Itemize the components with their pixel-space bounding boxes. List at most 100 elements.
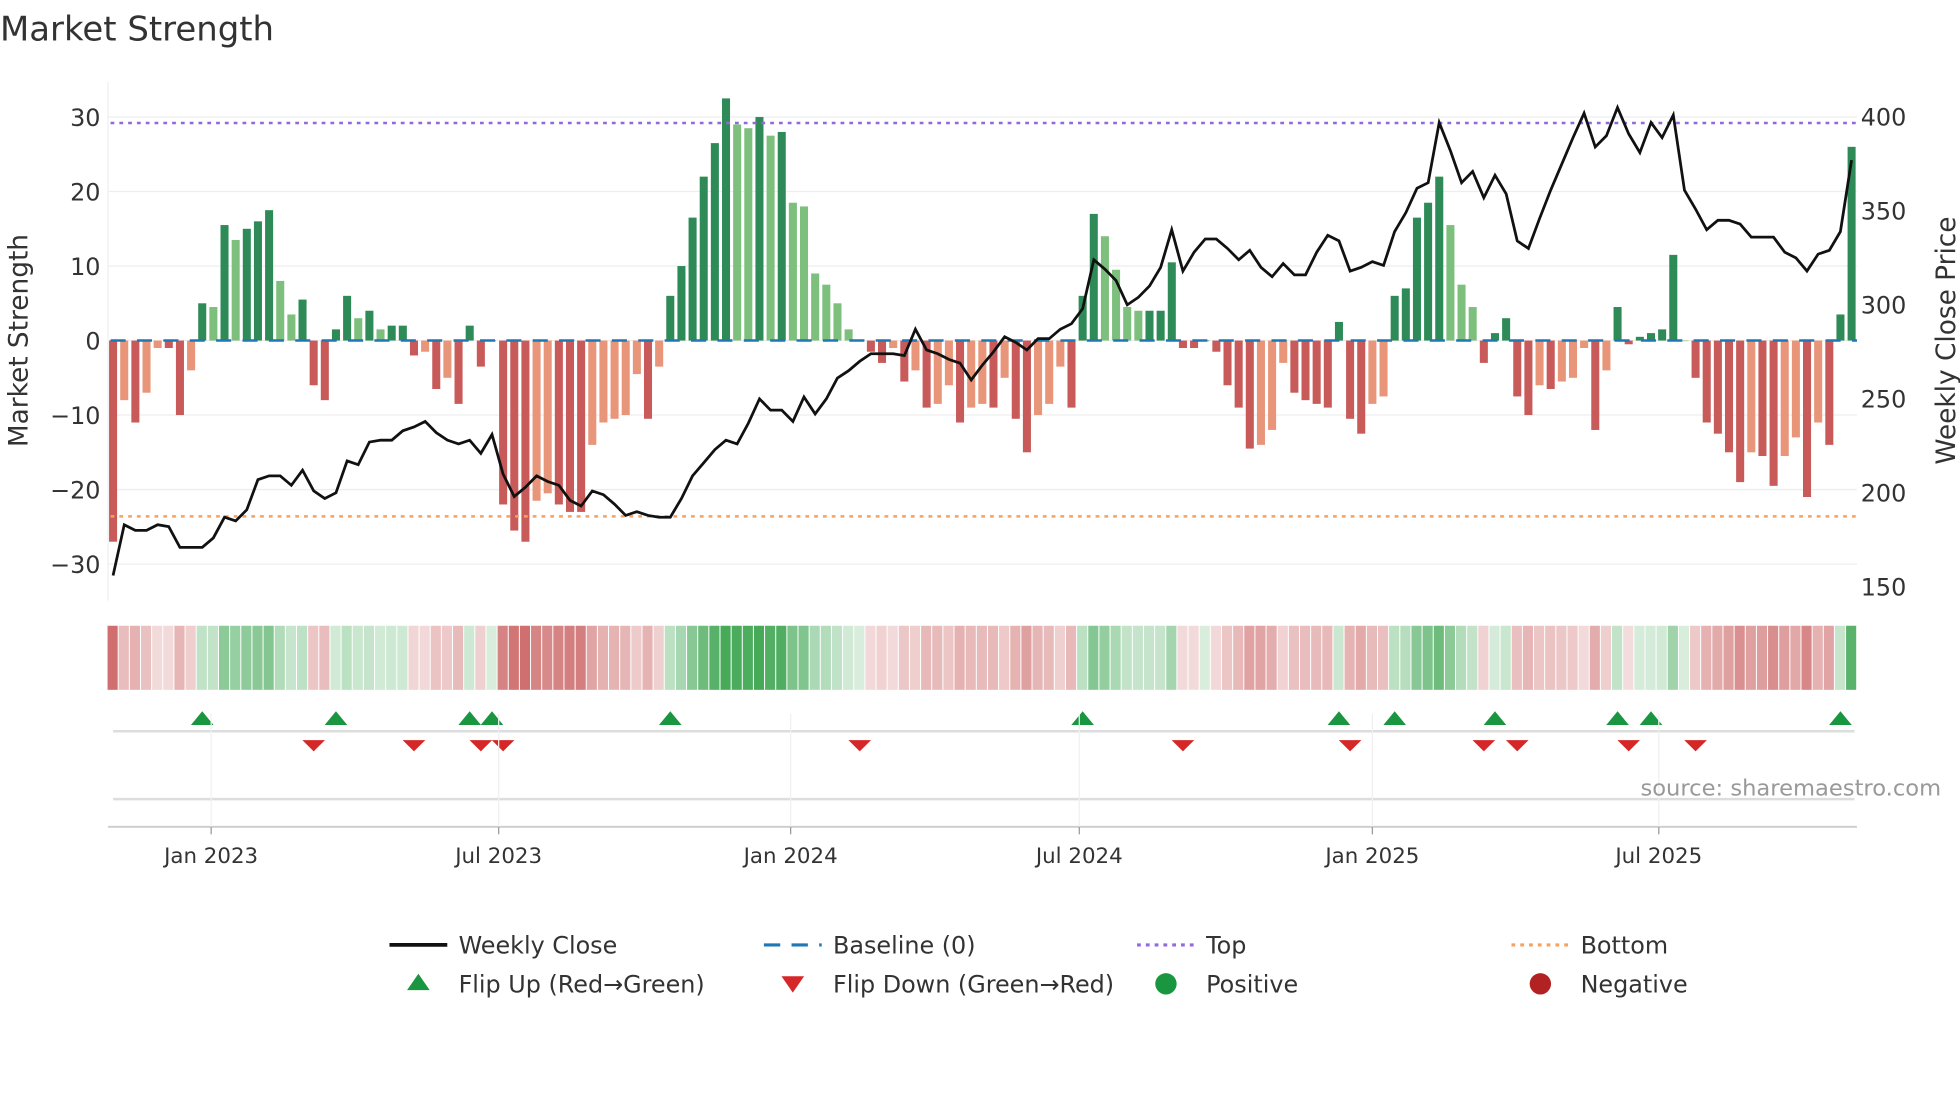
strength-bar (1591, 340, 1600, 430)
strength-bar (1100, 236, 1109, 341)
strength-bar (1546, 340, 1555, 389)
strength-bar (1401, 288, 1410, 341)
strength-bar (1223, 340, 1232, 386)
strip-cell (107, 625, 118, 690)
flip-up-marker (1071, 711, 1094, 726)
strength-bar (1580, 340, 1589, 349)
strength-bar (1825, 340, 1834, 445)
strength-bar (699, 176, 708, 341)
strength-bar (978, 340, 987, 404)
strip-cell (553, 625, 564, 690)
strength-bar (1758, 340, 1767, 457)
strip-cell (1132, 625, 1143, 690)
strip-cell (274, 625, 285, 690)
strip-cell (887, 625, 898, 690)
strip-cell (185, 625, 196, 690)
strip-cell (363, 625, 375, 690)
strength-bar (454, 340, 463, 404)
strength-bar (421, 340, 430, 352)
strength-bar (1602, 340, 1611, 371)
strength-bar (175, 340, 184, 416)
strip-cell (1511, 625, 1522, 690)
strip-cell (965, 625, 976, 690)
strip-cell (297, 625, 308, 690)
strip-cell (921, 625, 932, 690)
strength-bar (1056, 340, 1065, 367)
legend-label: Positive (1206, 971, 1298, 999)
strength-bar (744, 128, 753, 341)
strength-bar (1769, 340, 1778, 486)
strength-bar (265, 210, 274, 341)
strength-bar (1468, 307, 1477, 341)
strength-bar (510, 340, 519, 531)
legend-label: Negative (1581, 971, 1688, 999)
strength-bar (1022, 340, 1031, 453)
strength-bar (1256, 340, 1265, 445)
strength-bar (1368, 340, 1377, 404)
strength-bar (811, 273, 820, 341)
strip-cell (1456, 625, 1467, 690)
strength-bar (1568, 340, 1578, 378)
strength-bar (1446, 225, 1455, 341)
strength-bar (1279, 340, 1288, 363)
strip-cell (1623, 625, 1634, 690)
strength-bar (866, 340, 875, 352)
strength-bar (1802, 340, 1812, 498)
x-tick-label: Jan 2025 (1323, 844, 1419, 869)
strip-cell (464, 625, 475, 690)
strip-cell (1422, 625, 1433, 690)
strip-cell (1823, 625, 1834, 690)
strength-bar (443, 340, 452, 378)
strip-cell (831, 625, 843, 690)
y2-tick-label: 350 (1861, 198, 1907, 226)
strip-cell (1734, 625, 1745, 690)
flip-markers (113, 711, 1855, 801)
legend-circle-positive-icon (1155, 973, 1177, 995)
strip-cell (174, 625, 185, 690)
flip-up-marker (658, 711, 682, 726)
strip-cell (1400, 625, 1411, 690)
strip-cell (698, 625, 709, 690)
strip-cell (1177, 625, 1188, 690)
strength-bar (187, 340, 196, 371)
legend-triangle-up-icon (407, 973, 430, 991)
y-tick-label: −20 (50, 476, 100, 504)
flip-down-marker (848, 740, 872, 752)
strength-bar (1000, 340, 1009, 378)
y-tick-label: 0 (85, 327, 100, 355)
strip-cell (642, 625, 653, 690)
strength-bar (710, 143, 719, 341)
x-tick-label: Jul 2023 (453, 844, 542, 869)
strength-bar (1123, 307, 1132, 341)
strength-bar (1379, 340, 1388, 397)
strip-cell (787, 625, 798, 690)
strength-bar (733, 124, 742, 341)
strength-bar (521, 340, 530, 542)
strip-cell (352, 625, 363, 690)
strip-cell (1467, 625, 1478, 690)
strip-cell (709, 625, 720, 690)
strip-cell (1233, 625, 1244, 690)
strength-bar (1145, 310, 1154, 341)
strip-cell (230, 625, 241, 690)
strip-cell (1311, 625, 1322, 690)
strength-bar (1245, 340, 1254, 449)
strength-bar (231, 239, 240, 341)
strength-bar (1011, 340, 1020, 419)
strip-cell (1678, 625, 1690, 690)
legend: Weekly Close Baseline (0) Top Bottom Flip Up… (389, 932, 1688, 999)
strip-cell (731, 625, 742, 690)
strength-bar (1424, 202, 1433, 341)
strength-bar (1334, 321, 1343, 341)
strength-bar (1067, 340, 1076, 408)
strip-cell (1344, 625, 1355, 690)
strip-cell (1768, 625, 1779, 690)
strength-bar (543, 340, 552, 494)
legend-triangle-down-icon (781, 976, 805, 993)
strip-cell (765, 625, 776, 690)
strip-cell (408, 625, 419, 690)
strength-bar (1691, 340, 1700, 378)
strength-bar (554, 340, 563, 505)
flip-up-marker (1483, 711, 1507, 726)
y-tick-label: 30 (70, 104, 100, 132)
